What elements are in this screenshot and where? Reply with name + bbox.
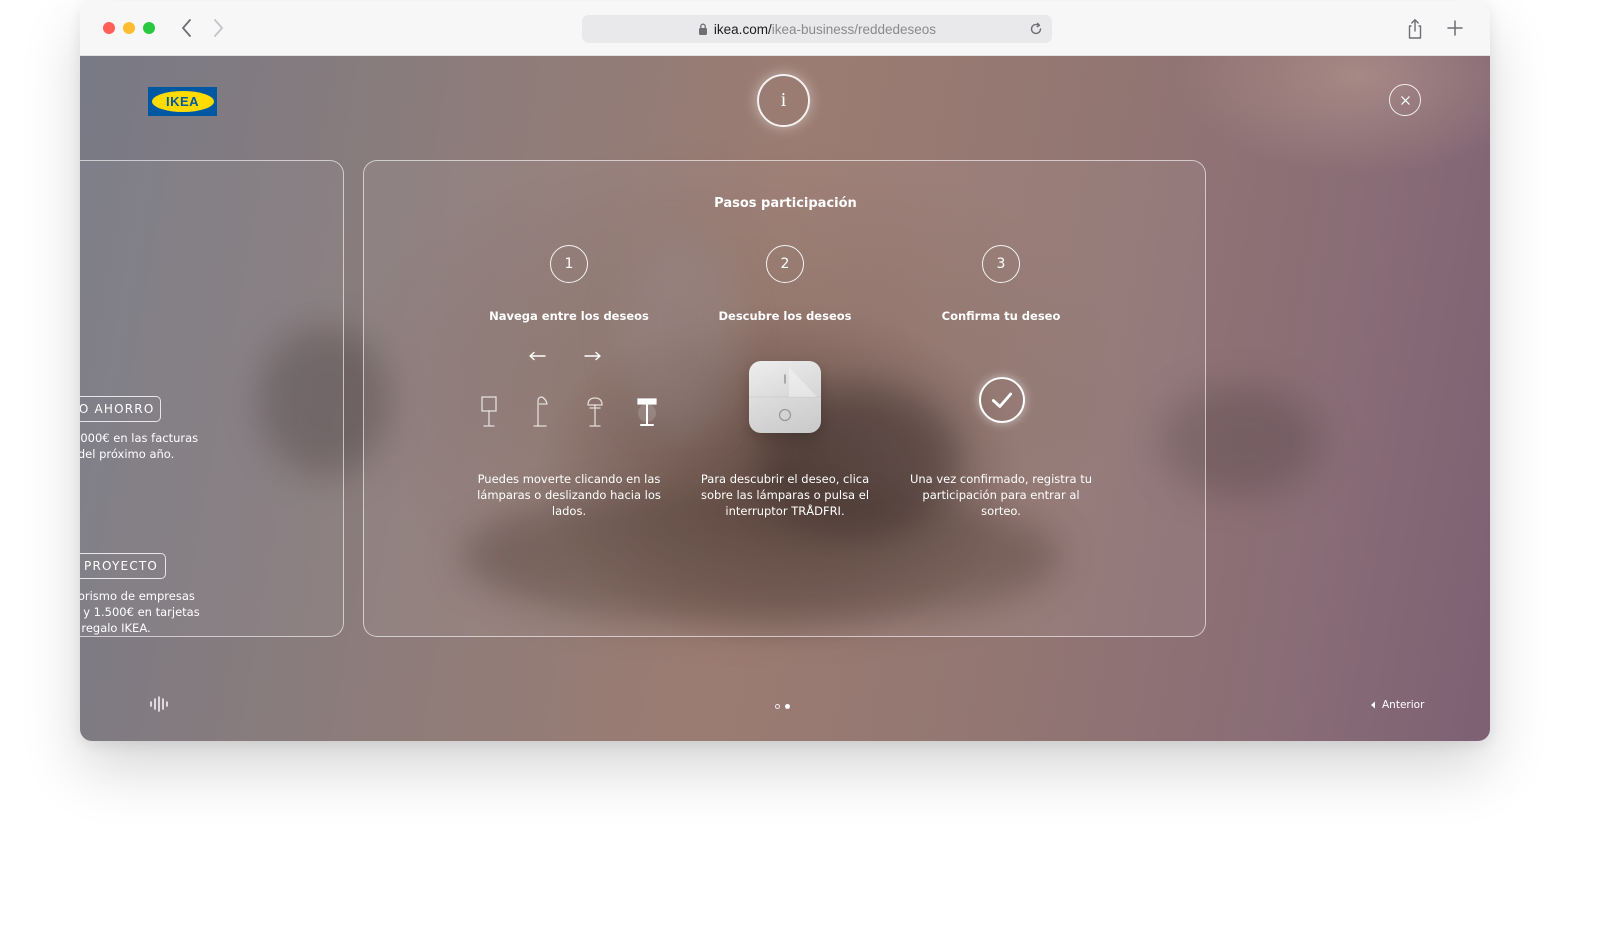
step-visual bbox=[680, 331, 890, 471]
tradfri-switch-icon[interactable] bbox=[749, 361, 821, 433]
zoom-window-button[interactable] bbox=[143, 22, 155, 34]
logo-text: IKEA bbox=[151, 91, 214, 112]
wish-label-proyecto: ESEO PROYECTO bbox=[80, 553, 166, 579]
forward-icon[interactable] bbox=[207, 15, 229, 41]
page-dot[interactable] bbox=[775, 704, 780, 709]
step-number: 1 bbox=[550, 245, 588, 283]
info-button[interactable]: i bbox=[757, 74, 810, 127]
step-title: Confirma tu deseo bbox=[941, 309, 1061, 323]
step-visual bbox=[464, 331, 674, 471]
steps-card: Pasos participación 1 Navega entre los d… bbox=[363, 160, 1206, 637]
wish-label-ahorro: DESEO AHORRO bbox=[80, 396, 161, 422]
step-confirm: 3 Confirma tu deseo Una vez confirmado, … bbox=[896, 245, 1106, 519]
ikea-logo[interactable]: IKEA bbox=[148, 87, 217, 116]
browser-toolbar: ikea.com/ikea-business/reddedeseos bbox=[80, 1, 1490, 56]
step-discover: 2 Descubre los deseos Para descubrir el … bbox=[680, 245, 890, 519]
address-bar[interactable]: ikea.com/ikea-business/reddedeseos bbox=[582, 15, 1052, 43]
step-number: 2 bbox=[766, 245, 804, 283]
wish-description: hasta 2.000€ en las facturas luz del pró… bbox=[80, 431, 199, 461]
caret-left-icon bbox=[1371, 701, 1375, 709]
url-path: ikea-business/reddedeseos bbox=[771, 21, 937, 37]
step-title: Navega entre los deseos bbox=[489, 309, 649, 323]
reload-icon[interactable] bbox=[1028, 21, 1044, 37]
steps-title: Pasos participación bbox=[714, 196, 857, 211]
previous-label: Anterior bbox=[1382, 699, 1425, 711]
close-icon bbox=[1400, 95, 1410, 105]
sound-icon[interactable] bbox=[148, 696, 170, 712]
floor-lamp-icon bbox=[533, 396, 548, 427]
step-number: 3 bbox=[982, 245, 1020, 283]
selected-lamp-icon[interactable] bbox=[636, 395, 658, 429]
step-description: Para descubrir el deseo, clica sobre las… bbox=[700, 472, 870, 518]
share-icon[interactable] bbox=[1405, 18, 1425, 40]
close-window-button[interactable] bbox=[103, 22, 115, 34]
table-lamp-icon bbox=[481, 396, 497, 427]
wish-description: e interiorismo de empresas en 150€ y 1.5… bbox=[80, 589, 200, 635]
check-icon bbox=[979, 377, 1025, 423]
close-button[interactable] bbox=[1389, 84, 1421, 116]
step-navigate: 1 Navega entre los deseos Puedes moverte… bbox=[464, 245, 674, 519]
new-tab-icon[interactable] bbox=[1446, 19, 1464, 37]
lock-icon bbox=[698, 23, 708, 35]
pagination bbox=[775, 704, 790, 709]
url-domain: ikea.com/ bbox=[713, 21, 772, 37]
step-visual bbox=[896, 331, 1106, 471]
previous-card[interactable]: DESEO AHORRO hasta 2.000€ en las factura… bbox=[80, 160, 344, 637]
minimize-window-button[interactable] bbox=[123, 22, 135, 34]
arrow-left-icon bbox=[529, 351, 546, 361]
step-description: Puedes moverte clicando en las lámparas … bbox=[477, 472, 661, 518]
step-title: Descubre los deseos bbox=[718, 309, 852, 323]
step-description: Una vez confirmado, registra tu particip… bbox=[909, 472, 1093, 518]
back-icon[interactable] bbox=[176, 15, 198, 41]
page-viewport: IKEA i DESEO AHORRO hasta 2.000€ en las … bbox=[80, 56, 1490, 741]
previous-link[interactable]: Anterior bbox=[1370, 699, 1424, 711]
arrow-right-icon bbox=[584, 351, 601, 361]
page-dot-active[interactable] bbox=[785, 704, 790, 709]
mushroom-lamp-icon bbox=[587, 397, 603, 427]
browser-window: ikea.com/ikea-business/reddedeseos IKEA … bbox=[80, 1, 1490, 741]
